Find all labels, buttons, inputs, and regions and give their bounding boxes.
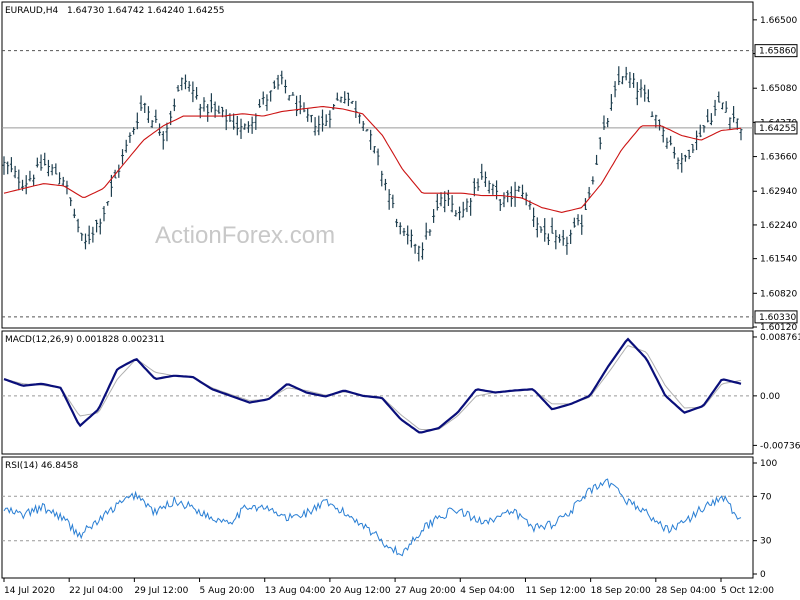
rsi-header: RSI(14) 46.8458 — [5, 461, 78, 471]
price-ytick-label: 1.62940 — [760, 187, 797, 197]
price-tag-label: 1.65860 — [759, 47, 796, 57]
price-tag-label: 1.60330 — [759, 313, 796, 323]
macd-ytick-label: 0.00 — [760, 392, 780, 402]
price-ytick-label: 1.63660 — [760, 153, 797, 163]
chart-background — [0, 0, 800, 600]
x-tick-label: 4 Sep 04:00 — [460, 586, 515, 596]
x-tick-label: 27 Aug 20:00 — [395, 586, 456, 596]
x-tick-label: 28 Sep 04:00 — [656, 586, 716, 596]
price-ytick-label: 1.61540 — [760, 255, 797, 265]
ohlc-values: 1.64730 1.64742 1.64240 1.64255 — [67, 6, 224, 16]
x-tick-label: 13 Aug 04:00 — [265, 586, 326, 596]
watermark-text: ActionForex.com — [155, 222, 335, 249]
x-tick-label: 5 Oct 12:00 — [721, 586, 774, 596]
price-tag-label: 1.64255 — [759, 124, 796, 134]
rsi-ytick-label: 0 — [760, 570, 766, 580]
rsi-ytick-label: 70 — [760, 492, 772, 502]
price-header: EURAUD,H4 1.64730 1.64742 1.64240 1.6425… — [5, 6, 224, 16]
macd-header: MACD(12,26,9) 0.001828 0.002311 — [5, 335, 165, 345]
x-tick-label: 5 Aug 20:00 — [200, 586, 255, 596]
x-tick-label: 22 Jul 04:00 — [69, 586, 123, 596]
macd-ytick-label: 0.008761 — [760, 333, 800, 343]
x-tick-label: 18 Sep 20:00 — [591, 586, 651, 596]
x-tick-label: 14 Jul 2020 — [4, 586, 55, 596]
macd-ytick-label: -0.007367 — [760, 441, 800, 451]
x-tick-label: 29 Jul 12:00 — [134, 586, 188, 596]
rsi-ytick-label: 100 — [760, 459, 777, 469]
rsi-ytick-label: 30 — [760, 537, 772, 547]
x-tick-label: 20 Aug 12:00 — [330, 586, 391, 596]
price-ytick-label: 1.66500 — [760, 16, 797, 26]
price-ytick-label: 1.60820 — [760, 289, 797, 299]
price-ytick-label: 1.60120 — [760, 323, 797, 333]
chart-root: ActionForex.com EURAUD,H4 1.64730 1.6474… — [0, 0, 800, 600]
symbol-label: EURAUD,H4 — [5, 6, 58, 16]
price-ytick-label: 1.62240 — [760, 221, 797, 231]
price-ytick-label: 1.65080 — [760, 84, 797, 94]
x-tick-label: 11 Sep 12:00 — [525, 586, 585, 596]
